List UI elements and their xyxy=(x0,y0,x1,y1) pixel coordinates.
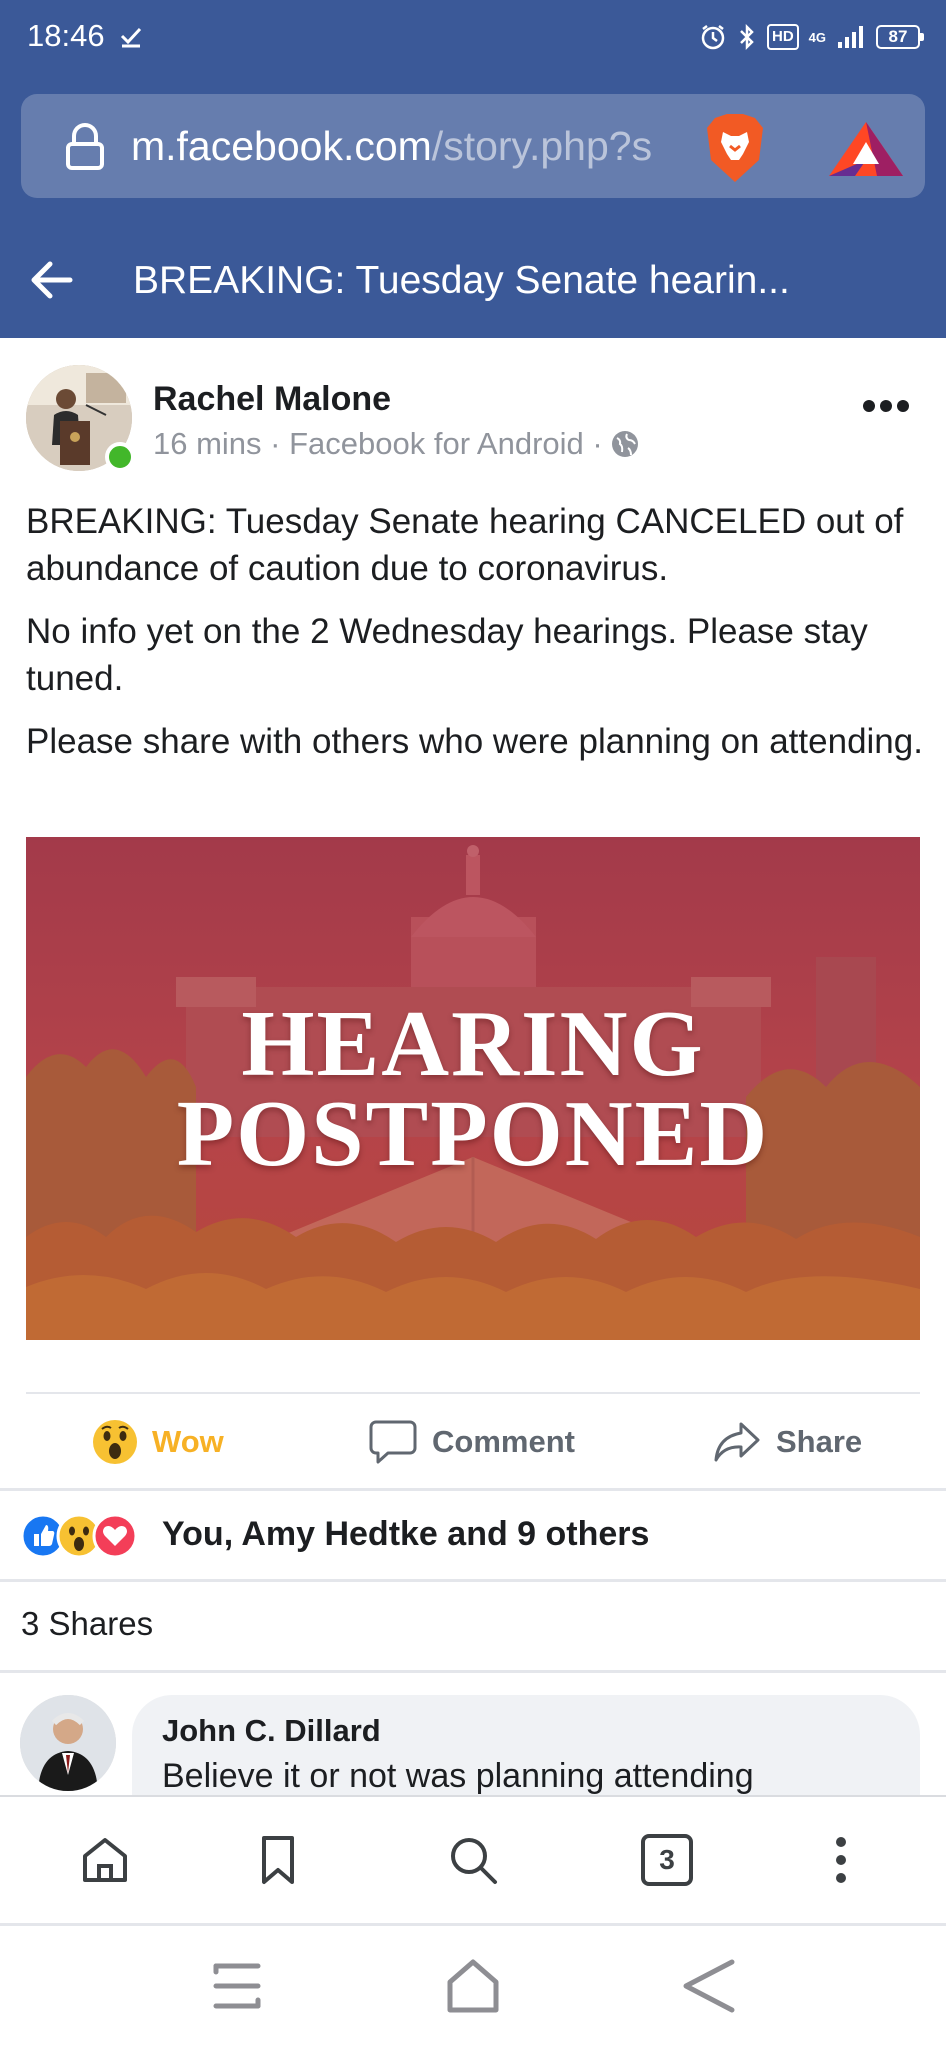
page-title: BREAKING: Tuesday Senate hearin... xyxy=(133,259,790,302)
shares-count[interactable]: 3 Shares xyxy=(21,1605,153,1643)
bluetooth-icon xyxy=(740,23,754,51)
signal-icon xyxy=(838,26,863,48)
comment-text: Believe it or not was planning attending xyxy=(162,1757,754,1795)
commenter-avatar-image xyxy=(20,1695,116,1791)
system-back-icon[interactable] xyxy=(674,1954,744,2018)
share-icon xyxy=(714,1422,760,1462)
post-paragraph: BREAKING: Tuesday Senate hearing CANCELE… xyxy=(26,502,904,588)
divider xyxy=(0,1579,946,1582)
brave-shields-icon[interactable] xyxy=(703,112,767,184)
commenter-avatar[interactable] xyxy=(20,1695,116,1791)
post-meta-text: 16 mins · Facebook for Android · xyxy=(153,426,603,461)
status-time: 18:46 xyxy=(27,18,105,53)
reactions-summary-text: You, Amy Hedtke and 9 others xyxy=(162,1515,650,1553)
lock-icon[interactable] xyxy=(63,122,107,170)
love-reaction-icon xyxy=(92,1513,138,1559)
tab-count: 3 xyxy=(641,1834,693,1886)
menu-button[interactable] xyxy=(806,1825,876,1895)
online-status-dot xyxy=(105,442,135,472)
status-bar: 18:46 HD 4G 87 xyxy=(0,0,946,74)
browser-toolbar: 3 xyxy=(0,1795,946,1923)
browser-chrome: 18:46 HD 4G 87 m.facebook.com/story.php?… xyxy=(0,0,946,338)
status-time-group: 18:46 xyxy=(27,18,143,54)
wow-label: Wow xyxy=(152,1424,224,1459)
page-title-bar: BREAKING: Tuesday Senate hearin... xyxy=(0,220,946,338)
alarm-icon xyxy=(701,25,725,50)
post-body: BREAKING: Tuesday Senate hearing CANCELE… xyxy=(26,498,926,781)
url-text[interactable]: m.facebook.com/story.php?s xyxy=(131,120,696,172)
url-host: m.facebook.com xyxy=(131,123,432,169)
system-home-icon[interactable] xyxy=(438,1954,508,2018)
url-path: /story.php?s xyxy=(431,123,653,169)
bat-rewards-icon[interactable] xyxy=(825,118,907,180)
home-icon xyxy=(83,1838,127,1882)
post-author[interactable]: Rachel Malone xyxy=(153,380,391,419)
post-meta: 16 mins · Facebook for Android · xyxy=(153,426,639,462)
image-headline-line2: POSTPONED xyxy=(176,1081,770,1186)
image-headline-line1: HEARING xyxy=(241,991,705,1096)
bookmark-icon xyxy=(262,1836,294,1884)
more-options-icon[interactable] xyxy=(862,398,910,414)
home-button[interactable] xyxy=(70,1825,140,1895)
comment-author[interactable]: John C. Dillard xyxy=(162,1713,381,1749)
image-headline: HEARING POSTPONED xyxy=(26,837,920,1340)
comment-icon xyxy=(369,1420,417,1464)
comment-bubble[interactable]: John C. Dillard Believe it or not was pl… xyxy=(132,1695,920,1795)
check-icon xyxy=(120,27,141,48)
comment-button[interactable]: Comment xyxy=(368,1414,575,1470)
reactions-summary[interactable]: You, Amy Hedtke and 9 others xyxy=(0,1491,946,1579)
address-bar[interactable]: m.facebook.com/story.php?s xyxy=(21,94,925,198)
post-header: Rachel Malone 16 mins · Facebook for And… xyxy=(0,338,946,478)
comment-label: Comment xyxy=(432,1424,575,1459)
share-label: Share xyxy=(776,1424,863,1459)
wow-face-icon xyxy=(93,1420,137,1464)
comment-item: John C. Dillard Believe it or not was pl… xyxy=(0,1673,946,1795)
back-arrow-icon[interactable] xyxy=(30,260,74,300)
post-image[interactable]: HEARING POSTPONED xyxy=(26,837,920,1340)
wow-reaction-button[interactable]: Wow xyxy=(92,1414,224,1470)
hd-badge: HD xyxy=(766,24,799,50)
recents-icon[interactable] xyxy=(202,1954,272,2018)
kebab-menu-icon xyxy=(836,1837,846,1883)
system-navigation-bar xyxy=(0,1926,946,2048)
bookmarks-button[interactable] xyxy=(243,1825,313,1895)
network-type: 4G xyxy=(808,29,826,45)
tabs-button[interactable]: 3 xyxy=(632,1825,702,1895)
reaction-icons xyxy=(20,1513,150,1559)
post-actions: Wow Comment Share xyxy=(0,1394,946,1488)
globe-icon xyxy=(611,431,638,457)
search-button[interactable] xyxy=(438,1825,508,1895)
post-paragraph: No info yet on the 2 Wednesday hearings.… xyxy=(26,612,868,698)
share-button[interactable]: Share xyxy=(712,1414,862,1470)
post-paragraph: Please share with others who were planni… xyxy=(26,722,923,761)
battery-indicator: 87 xyxy=(876,25,924,49)
status-icons: HD 4G 87 xyxy=(699,22,924,52)
search-icon xyxy=(451,1838,497,1884)
